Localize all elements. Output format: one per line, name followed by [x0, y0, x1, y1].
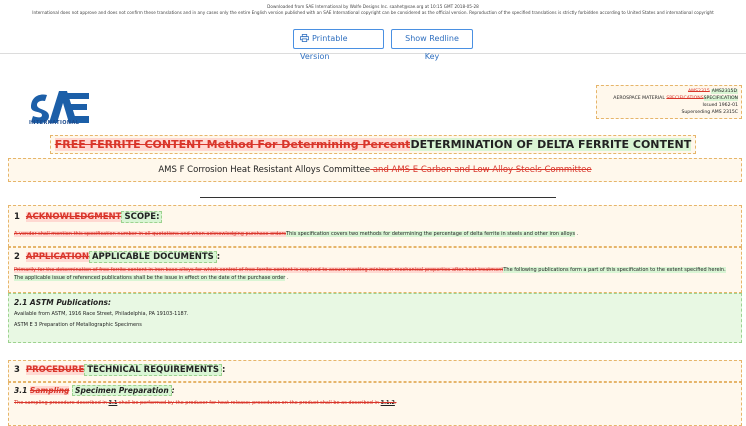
ams-number-deleted: AMS2315	[688, 89, 710, 94]
astm-address: Available from ASTM, 1916 Race Street, P…	[14, 311, 189, 317]
section-2-heading: 2 APPLICATION APPLICABLE DOCUMENTS:	[14, 251, 221, 263]
section-3-heading: 3 PROCEDURE TECHNICAL REQUIREMENTS:	[14, 364, 226, 376]
section-3-1-number: 3.1	[14, 386, 28, 395]
section-2-body: Primarily for the determination of free …	[14, 267, 726, 281]
divider	[200, 197, 556, 198]
section-2-1-title: ASTM Publications:	[29, 298, 112, 307]
section-1-heading: 1 ACKNOWLEDGMENT SCOPE:	[14, 211, 736, 223]
spec-inserted: SPECIFICATION	[703, 96, 738, 101]
ams-number-inserted: AMS2315D	[710, 89, 738, 94]
section-1-body: A vendor shall mention this specificatio…	[14, 231, 579, 237]
printable-version-button[interactable]: Printable Version	[293, 29, 384, 61]
superseding-note: Superseding AMS 2315C	[681, 110, 738, 115]
section-1-title-inserted: SCOPE:	[121, 211, 163, 223]
section-2-1: 2.1 ASTM Publications: Available from AS…	[8, 293, 742, 343]
show-redline-key-button[interactable]: Show Redline Key	[391, 29, 473, 61]
section-2-title-deleted: APPLICATION	[25, 252, 89, 262]
section-3-1-2-ref-link[interactable]: 3.1.2	[381, 400, 395, 406]
section-2-number: 2	[14, 252, 20, 262]
astm-e3-reference: ASTM E 3 Preparation of Metallographic S…	[14, 322, 142, 328]
section-3-1: 3.1 Sampling Specimen Preparation: The s…	[8, 382, 742, 426]
committee-deleted: and AMS E Carbon and Low Alloy Steels Co…	[370, 165, 592, 175]
section-3-1-title-inserted: Specimen Preparation	[72, 385, 172, 396]
section-3-1-title-inserted-text: Specimen Preparation	[75, 386, 169, 395]
section-3-title-deleted: PROCEDURE	[25, 365, 85, 375]
material-label: AEROSPACE MATERIAL	[613, 96, 665, 101]
section-2-1-number: 2.1	[14, 298, 28, 307]
section-3-title-inserted-text: TECHNICAL REQUIREMENTS	[87, 365, 219, 375]
section-3-1-body-part-b: shall be performed by the producer for h…	[117, 400, 381, 406]
printer-icon	[300, 34, 309, 42]
section-1-title-inserted-text: SCOPE	[124, 212, 157, 222]
spec-deleted: SPECIFICATIONS	[666, 96, 704, 101]
section-3-title-inserted: TECHNICAL REQUIREMENTS	[84, 364, 222, 376]
committee-kept: AMS F Corrosion Heat Resistant Alloys Co…	[158, 165, 371, 175]
section-2-1-heading: 2.1 ASTM Publications:	[14, 298, 736, 307]
section-3-1-body-part-a: The sampling procedure described in	[14, 400, 109, 406]
section-2-title-inserted: APPLICABLE DOCUMENTS	[88, 251, 217, 263]
document-info-box: AMS2315 AMS2315D AEROSPACE MATERIAL SPECI…	[596, 85, 742, 119]
logo-wordmark: INTERNATIONAL	[29, 120, 80, 126]
section-3-1-body-part-c: .	[394, 400, 397, 406]
section-3-1-ref-link[interactable]: 3.1	[108, 400, 117, 406]
section-3: 3 PROCEDURE TECHNICAL REQUIREMENTS:	[8, 360, 742, 382]
title-inserted: DETERMINATION OF DELTA FERRITE CONTENT	[410, 138, 692, 151]
section-2-title-inserted-text: APPLICABLE DOCUMENTS	[91, 252, 214, 262]
title-deleted: FREE FERRITE CONTENT Method For Determin…	[54, 138, 411, 151]
section-3-1-title-deleted: Sampling	[29, 386, 70, 395]
section-1-title-deleted: ACKNOWLEDGMENT	[25, 212, 122, 222]
section-2-body-deleted: Primarily for the determination of free …	[14, 267, 504, 273]
issued-date: Issued 1962-01	[702, 103, 738, 108]
section-3-number: 3	[14, 365, 20, 375]
download-banner: Downloaded from SAE International by Wol…	[0, 0, 746, 61]
document-title: FREE FERRITE CONTENT Method For Determin…	[0, 133, 746, 154]
section-3-1-heading: 3.1 Sampling Specimen Preparation:	[14, 385, 175, 396]
download-notice: Downloaded from SAE International by Wol…	[267, 4, 479, 9]
section-2: 2 APPLICATION APPLICABLE DOCUMENTS: Prima…	[8, 247, 742, 293]
section-1: 1 ACKNOWLEDGMENT SCOPE: A vendor shall me…	[8, 205, 742, 247]
section-1-number: 1	[14, 212, 20, 222]
section-1-body-deleted: A vendor shall mention this specificatio…	[14, 231, 287, 237]
copyright-notice: International does not approve and does …	[32, 10, 714, 15]
section-1-body-inserted: This specification covers two methods fo…	[286, 231, 576, 237]
section-3-1-body-deleted: The sampling procedure described in 3.1 …	[14, 399, 736, 407]
committee-line: AMS F Corrosion Heat Resistant Alloys Co…	[8, 158, 742, 182]
document-page: INTERNATIONAL AMS2315 AMS2315D AEROSPACE …	[0, 55, 746, 426]
